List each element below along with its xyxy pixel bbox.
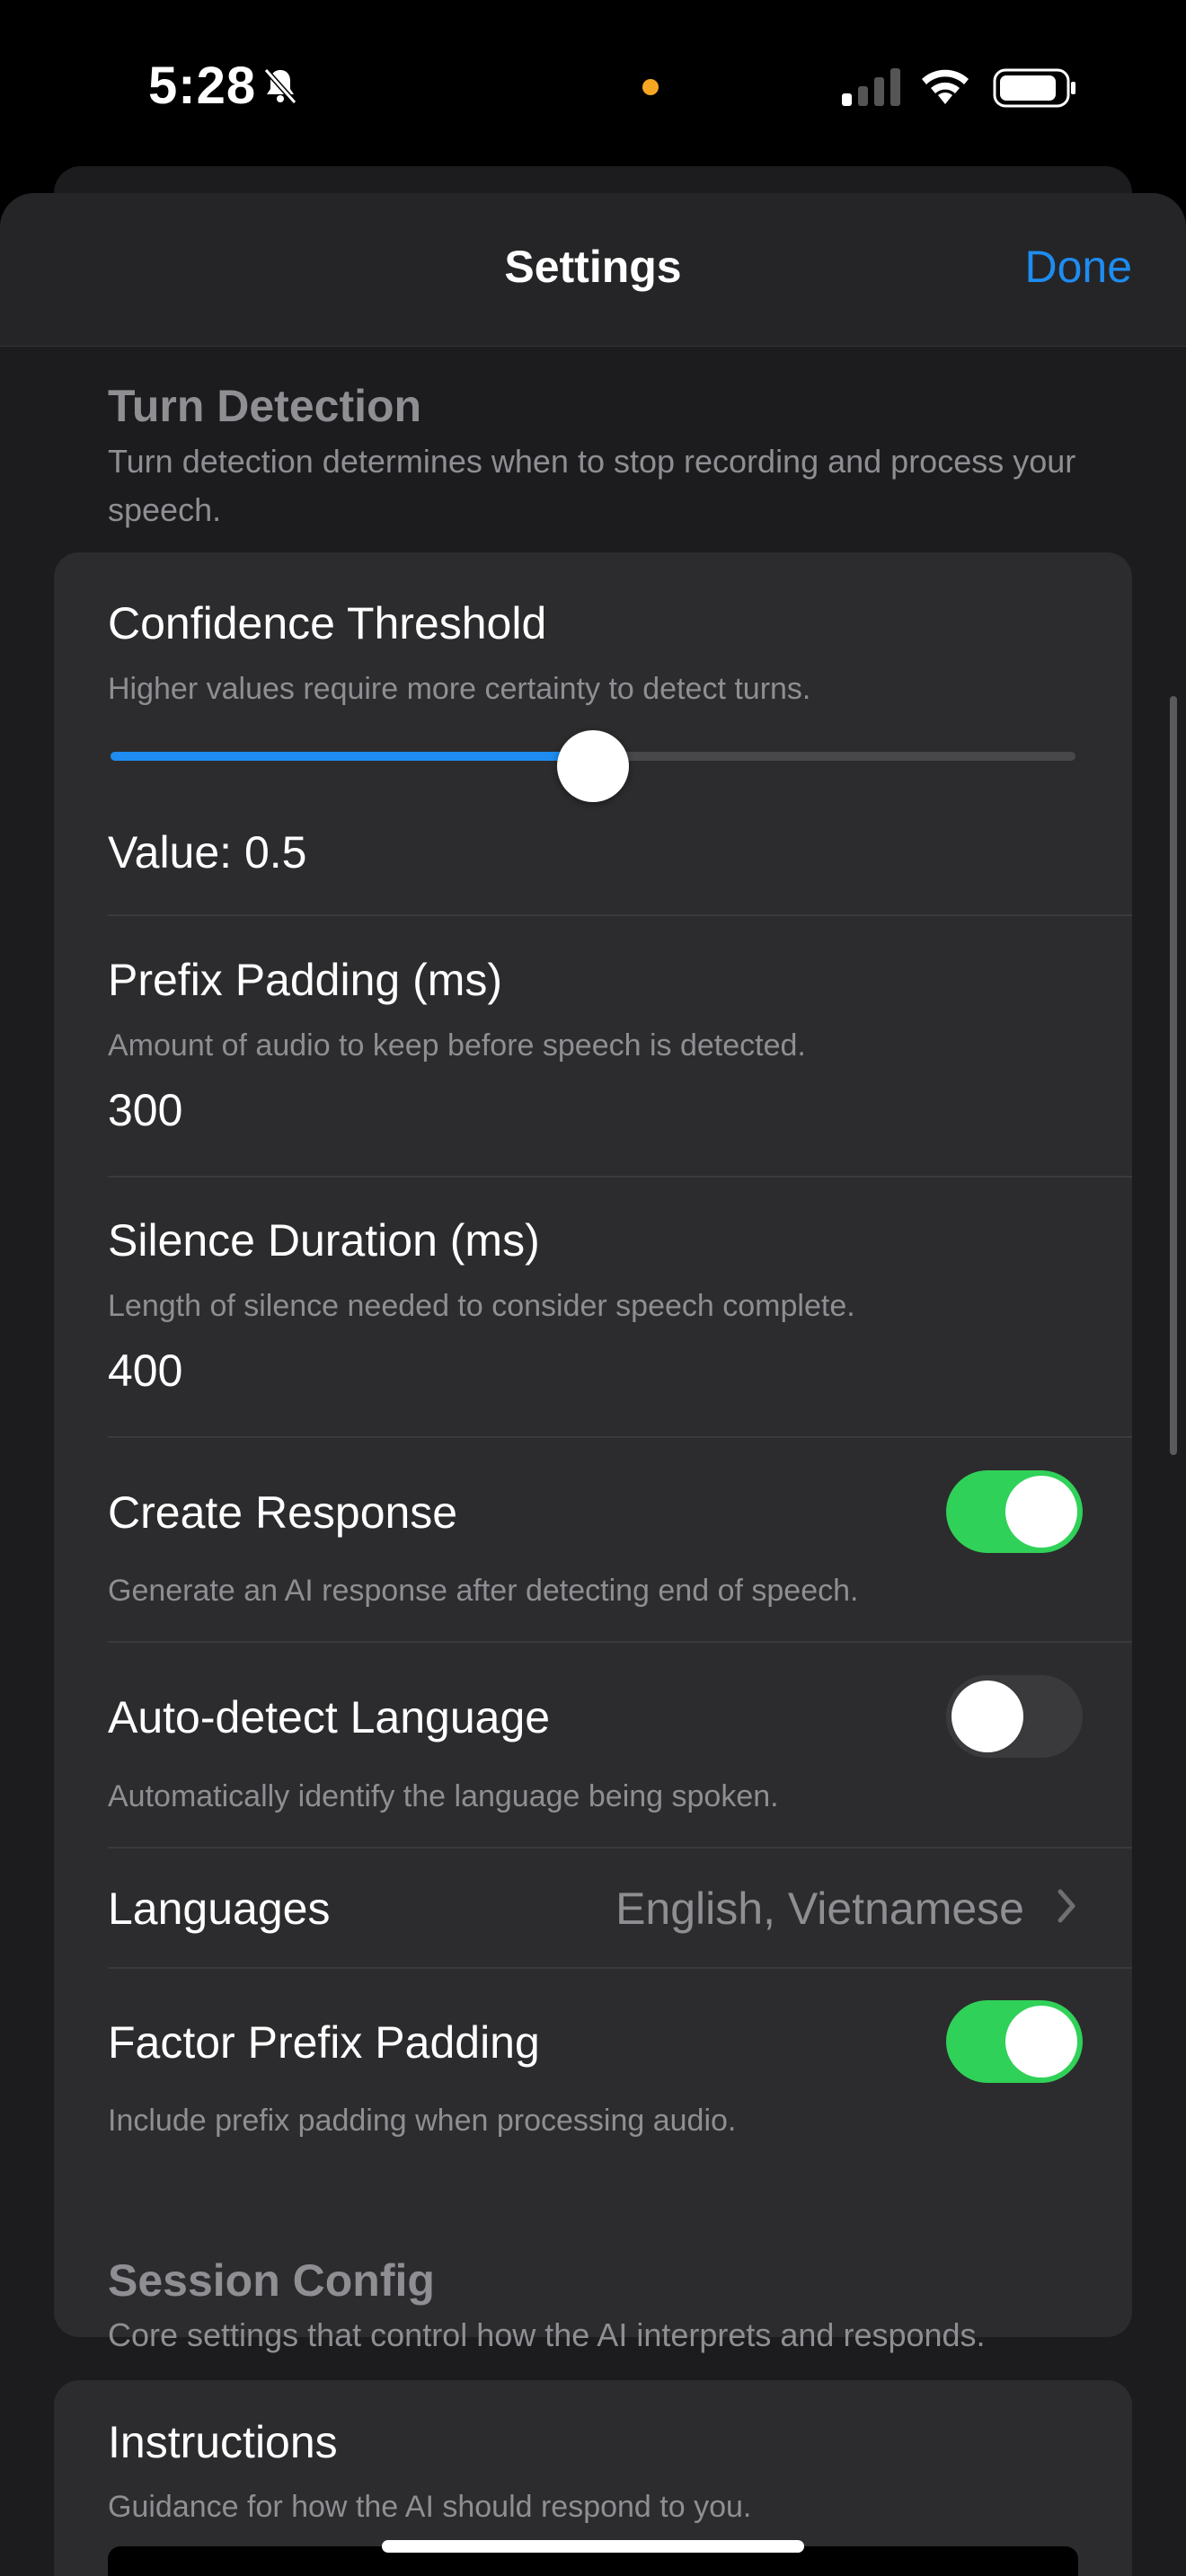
battery-icon (993, 68, 1075, 108)
status-time: 5:28 (148, 57, 257, 115)
divider (108, 1436, 1132, 1438)
settings-sheet: Settings Done Turn Detection Turn detect… (0, 193, 1186, 2576)
confidence-threshold-description: Higher values require more certainty to … (108, 672, 811, 706)
confidence-value: Value: 0.5 (108, 827, 307, 878)
prefix-padding-description: Amount of audio to keep before speech is… (108, 1028, 806, 1063)
divider (108, 1641, 1132, 1643)
home-indicator[interactable] (382, 2540, 804, 2553)
auto-detect-language-description: Automatically identify the language bein… (108, 1779, 779, 1813)
divider (108, 1967, 1132, 1969)
confidence-slider-fill (111, 752, 593, 761)
factor-prefix-padding-description: Include prefix padding when processing a… (108, 2104, 737, 2138)
silence-duration-title: Silence Duration (ms) (108, 1215, 540, 1266)
section-header-turn-detection: Turn Detection (108, 381, 422, 431)
turn-detection-card: Confidence Threshold Higher values requi… (54, 552, 1132, 2337)
auto-detect-language-toggle[interactable] (946, 1675, 1083, 1758)
navigation-bar: Settings Done (0, 193, 1186, 347)
auto-detect-language-title: Auto-detect Language (108, 1692, 551, 1742)
toggle-knob (951, 1681, 1023, 1752)
bell-slash-icon (263, 68, 297, 104)
confidence-threshold-title: Confidence Threshold (108, 598, 547, 648)
silence-duration-value[interactable]: 400 (108, 1345, 182, 1397)
instructions-description: Guidance for how the AI should respond t… (108, 2490, 752, 2524)
section-header-session-config: Session Config (108, 2255, 435, 2306)
create-response-title: Create Response (108, 1487, 458, 1538)
languages-value: English, Vietnamese (615, 1883, 1024, 1934)
chevron-right-icon (1058, 1889, 1075, 1923)
status-bar: 5:28 (0, 0, 1186, 171)
wifi-icon (922, 69, 969, 104)
languages-title: Languages (108, 1883, 331, 1934)
section-description-turn-detection: Turn detection determines when to stop r… (108, 443, 1076, 528)
languages-row[interactable]: Languages English, Vietnamese (54, 1848, 1132, 1967)
toggle-knob (1005, 1476, 1077, 1548)
factor-prefix-padding-toggle[interactable] (946, 2000, 1083, 2083)
page-title: Settings (504, 242, 682, 292)
privacy-dot-icon (642, 79, 659, 95)
factor-prefix-padding-title: Factor Prefix Padding (108, 2017, 540, 2068)
confidence-slider-thumb[interactable] (557, 730, 629, 802)
cellular-signal-icon (842, 68, 900, 106)
done-button[interactable]: Done (1024, 241, 1132, 293)
create-response-toggle[interactable] (946, 1470, 1083, 1553)
prefix-padding-title: Prefix Padding (ms) (108, 955, 503, 1005)
instructions-title: Instructions (108, 2417, 338, 2467)
scroll-indicator[interactable] (1170, 696, 1177, 1455)
prefix-padding-value[interactable]: 300 (108, 1084, 182, 1136)
toggle-knob (1005, 2006, 1077, 2078)
section-description-session-config: Core settings that control how the AI in… (108, 2316, 986, 2353)
divider (108, 1176, 1132, 1178)
create-response-description: Generate an AI response after detecting … (108, 1574, 859, 1608)
silence-duration-description: Length of silence needed to consider spe… (108, 1289, 855, 1323)
divider (108, 914, 1132, 916)
